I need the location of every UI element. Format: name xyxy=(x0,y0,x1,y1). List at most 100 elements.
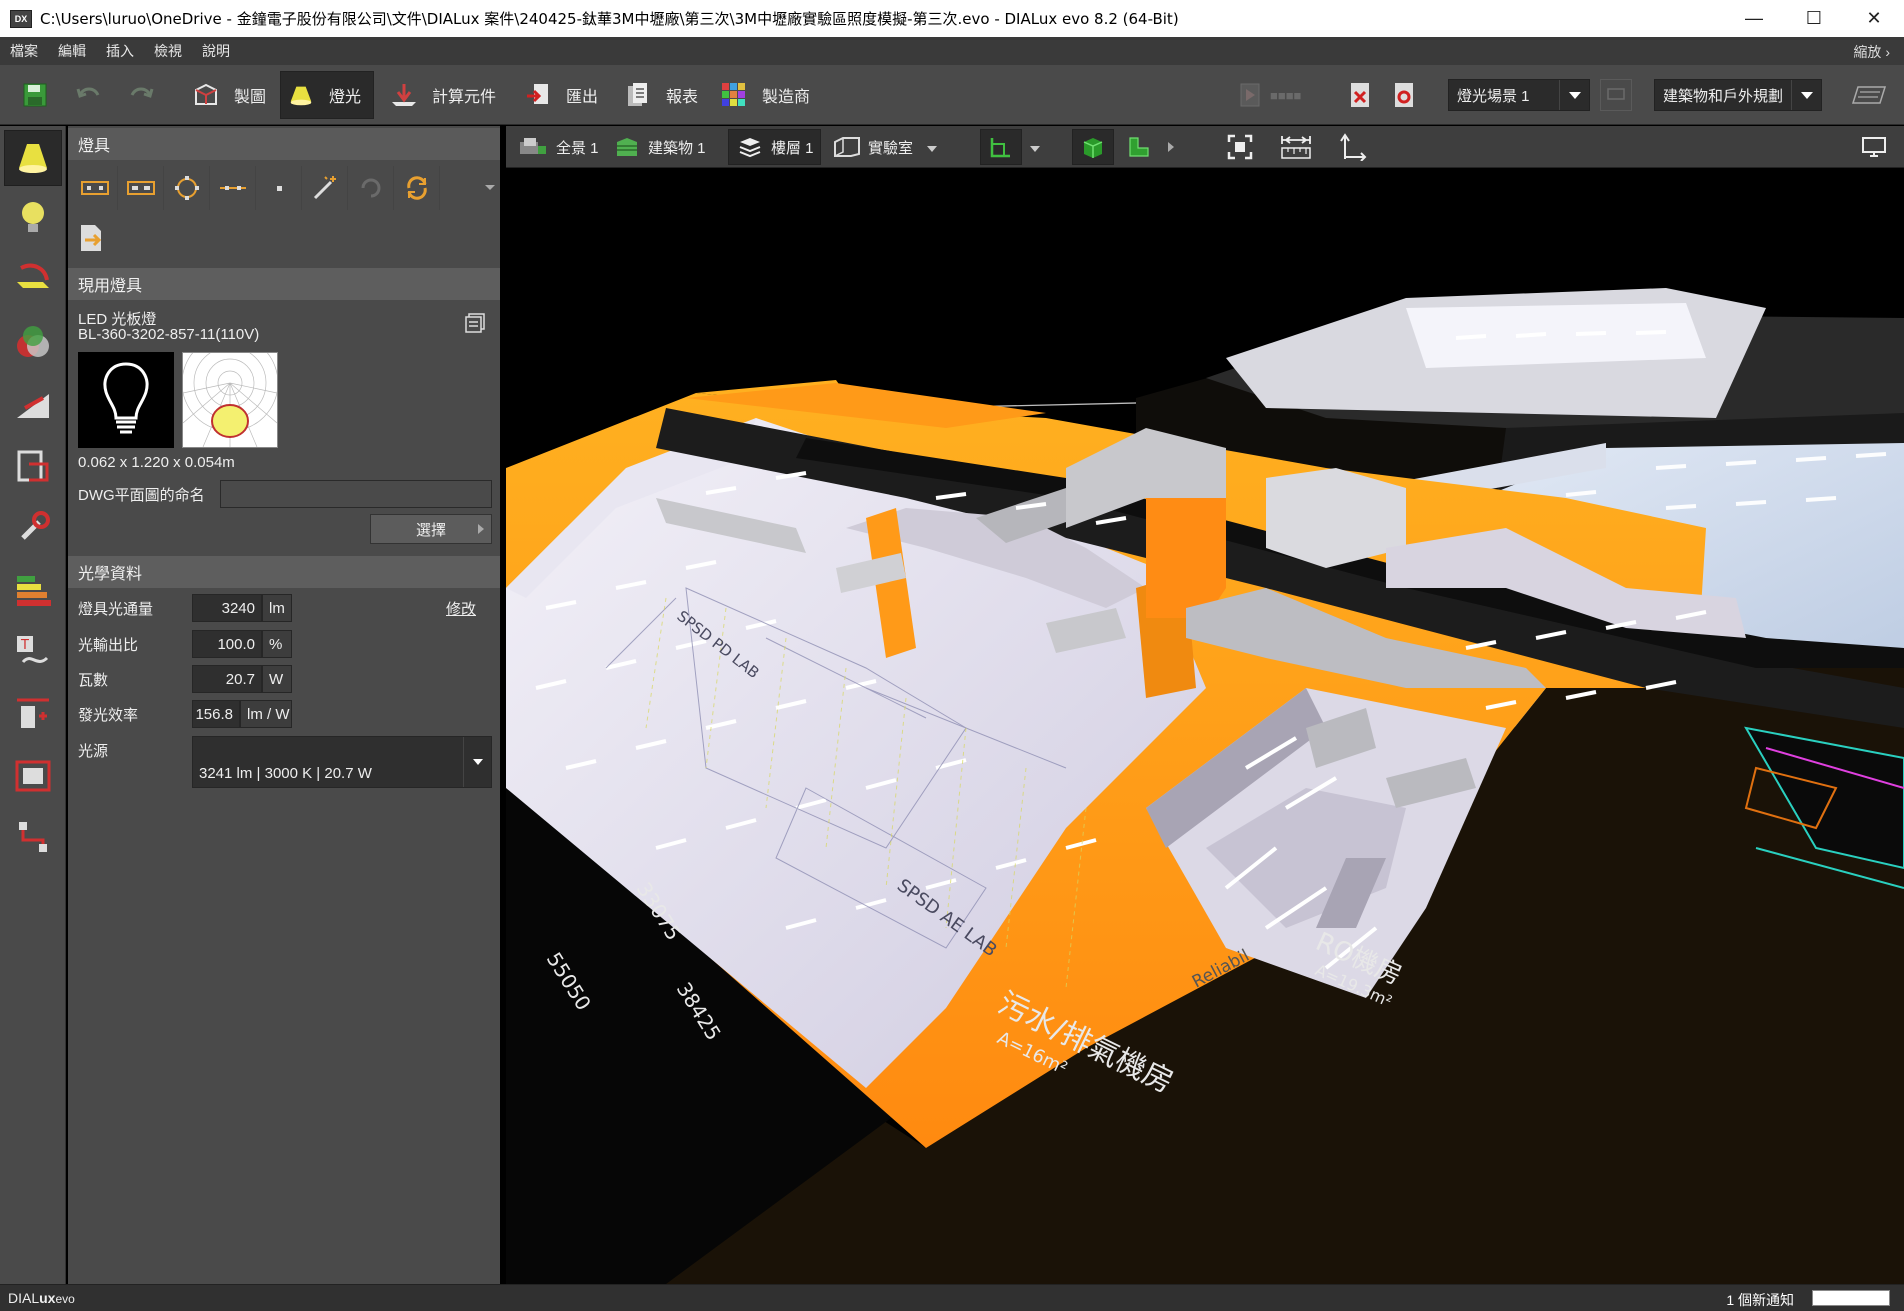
frame-icon xyxy=(15,760,51,792)
play-icon xyxy=(1240,83,1260,107)
mode-light[interactable]: 燈光 xyxy=(280,71,374,119)
3d-viewport[interactable]: SPSD PD LAB SPSD AE LAB Reliabil RO機房 A=… xyxy=(506,168,1904,1284)
mode-manufacturer[interactable]: 製造商 xyxy=(718,71,818,119)
mode-calculation[interactable]: 計算元件 xyxy=(386,71,504,119)
view-building-button[interactable]: 建築物 1 xyxy=(606,129,712,165)
menu-insert[interactable]: 插入 xyxy=(96,41,144,61)
view-room-button[interactable]: 實驗室 xyxy=(826,129,943,165)
delete-results-button[interactable] xyxy=(1350,71,1370,119)
redo-button[interactable] xyxy=(128,71,154,119)
select-button[interactable]: 選擇 xyxy=(370,514,492,544)
single-placement-button[interactable] xyxy=(72,166,118,210)
close-button[interactable]: ✕ xyxy=(1844,0,1904,37)
planning-mode-select[interactable]: 建築物和戶外規劃 xyxy=(1654,79,1822,111)
circular-placement-button[interactable] xyxy=(164,166,210,210)
daylight-tool-button[interactable] xyxy=(4,376,62,432)
view-plan-button[interactable] xyxy=(980,129,1022,165)
rotate-disabled-button[interactable] xyxy=(348,166,394,210)
export-luminaire-button[interactable] xyxy=(72,216,112,260)
notification-text[interactable]: 1 個新通知 xyxy=(1726,1290,1794,1310)
luminaire-details-button[interactable] xyxy=(464,312,486,338)
menu-file[interactable]: 檔案 xyxy=(0,41,48,61)
polar-curve-icon xyxy=(181,334,279,448)
view-room-label: 實驗室 xyxy=(868,139,914,157)
menu-help[interactable]: 說明 xyxy=(192,41,240,61)
measure-tool-button[interactable] xyxy=(4,686,62,742)
document-list-icon xyxy=(465,313,485,333)
luminous-flux-unit: lm xyxy=(262,594,292,622)
point-placement-button[interactable] xyxy=(256,166,302,210)
efficacy-label: 發光效率 xyxy=(78,707,139,724)
keyboard-button[interactable] xyxy=(1852,71,1886,119)
chevron-down-icon xyxy=(1030,139,1040,156)
field-arrangement-icon xyxy=(126,181,155,195)
zoom-menu[interactable]: 縮放 › xyxy=(1853,42,1890,62)
replace-luminaire-button[interactable] xyxy=(394,166,440,210)
view-scene-button[interactable]: 全景 1 xyxy=(512,129,607,165)
surface-tool-button[interactable] xyxy=(4,438,62,494)
optical-data-header: 光學資料 xyxy=(68,556,500,588)
view-toolbar: 全景 1 建築物 1 樓層 1 實驗室 xyxy=(506,126,1904,168)
point-icon xyxy=(276,186,282,191)
export-icon xyxy=(524,81,552,109)
mode-label: 製圖 xyxy=(234,89,267,106)
maximize-button[interactable]: ☐ xyxy=(1784,0,1844,37)
luminous-flux-value[interactable]: 3240 xyxy=(192,594,262,622)
tools-tool-button[interactable] xyxy=(4,500,62,556)
view-3d-solid-button[interactable] xyxy=(1072,129,1114,165)
window-tool-button[interactable] xyxy=(4,748,62,804)
construction-icon xyxy=(192,81,220,109)
undo-button[interactable] xyxy=(76,71,102,119)
measure-distance-button[interactable] xyxy=(1274,129,1318,165)
menu-edit[interactable]: 編輯 xyxy=(48,41,96,61)
light-scene-select[interactable]: 燈光場景 1 xyxy=(1448,79,1590,111)
luminaire-tool-button[interactable] xyxy=(4,130,62,186)
scene-display-button[interactable] xyxy=(1600,79,1632,111)
save-button[interactable] xyxy=(22,71,48,119)
minimize-button[interactable]: — xyxy=(1724,0,1784,37)
rotate-icon xyxy=(361,178,380,198)
report-icon xyxy=(624,81,652,109)
energy-tool-button[interactable] xyxy=(4,562,62,618)
arrangement-tool-button[interactable] xyxy=(4,252,62,308)
line-arrangement-icon xyxy=(219,186,246,190)
menu-view[interactable]: 檢視 xyxy=(144,41,192,61)
light-source-select[interactable]: 3241 lm | 3000 K | 20.7 W xyxy=(192,736,492,788)
text-tool-button[interactable]: T xyxy=(4,624,62,680)
dwg-name-input[interactable] xyxy=(220,480,492,508)
light-source-tool-button[interactable] xyxy=(4,190,62,246)
height-axis-button[interactable] xyxy=(1330,129,1374,165)
auto-placement-button[interactable] xyxy=(302,166,348,210)
room-icon xyxy=(832,135,862,159)
undo-icon xyxy=(76,87,100,98)
view-wireframe-button[interactable] xyxy=(1118,129,1160,165)
light-bulb-icon xyxy=(22,202,44,232)
tool-row-more-button[interactable] xyxy=(440,166,496,210)
mode-construction[interactable]: 製圖 xyxy=(186,71,274,119)
plan-dropdown-button[interactable] xyxy=(1024,129,1046,165)
connection-tool-button[interactable] xyxy=(4,810,62,866)
chevron-down-icon xyxy=(1559,80,1589,110)
export-file-icon xyxy=(81,225,102,251)
mode-export[interactable]: 匯出 xyxy=(520,71,604,119)
start-calculation-button[interactable]: ■■■■ xyxy=(1240,71,1330,119)
modify-link[interactable]: 修改 xyxy=(446,598,476,619)
view-storey-button[interactable]: 樓層 1 xyxy=(728,129,821,165)
light-output-ratio-value[interactable]: 100.0 xyxy=(192,630,262,658)
zoom-fit-button[interactable] xyxy=(1218,129,1262,165)
panel-title: 燈具 xyxy=(68,128,500,160)
text-curve-icon: T xyxy=(17,636,49,664)
mode-report[interactable]: 報表 xyxy=(620,71,702,119)
field-placement-button[interactable] xyxy=(118,166,164,210)
fullscreen-button[interactable] xyxy=(1854,129,1894,165)
menu-bar: 檔案 編輯 插入 檢視 說明 縮放 › xyxy=(0,37,1904,65)
calculation-settings-button[interactable] xyxy=(1394,71,1414,119)
view-more-button[interactable] xyxy=(1162,129,1180,165)
color-tool-button[interactable] xyxy=(4,314,62,370)
wattage-value[interactable]: 20.7 xyxy=(192,665,262,693)
svg-text:T: T xyxy=(20,638,29,653)
line-placement-button[interactable] xyxy=(210,166,256,210)
measure-icon xyxy=(17,698,49,728)
efficacy-value[interactable]: 156.8 xyxy=(192,700,240,728)
redo-icon xyxy=(130,87,154,98)
